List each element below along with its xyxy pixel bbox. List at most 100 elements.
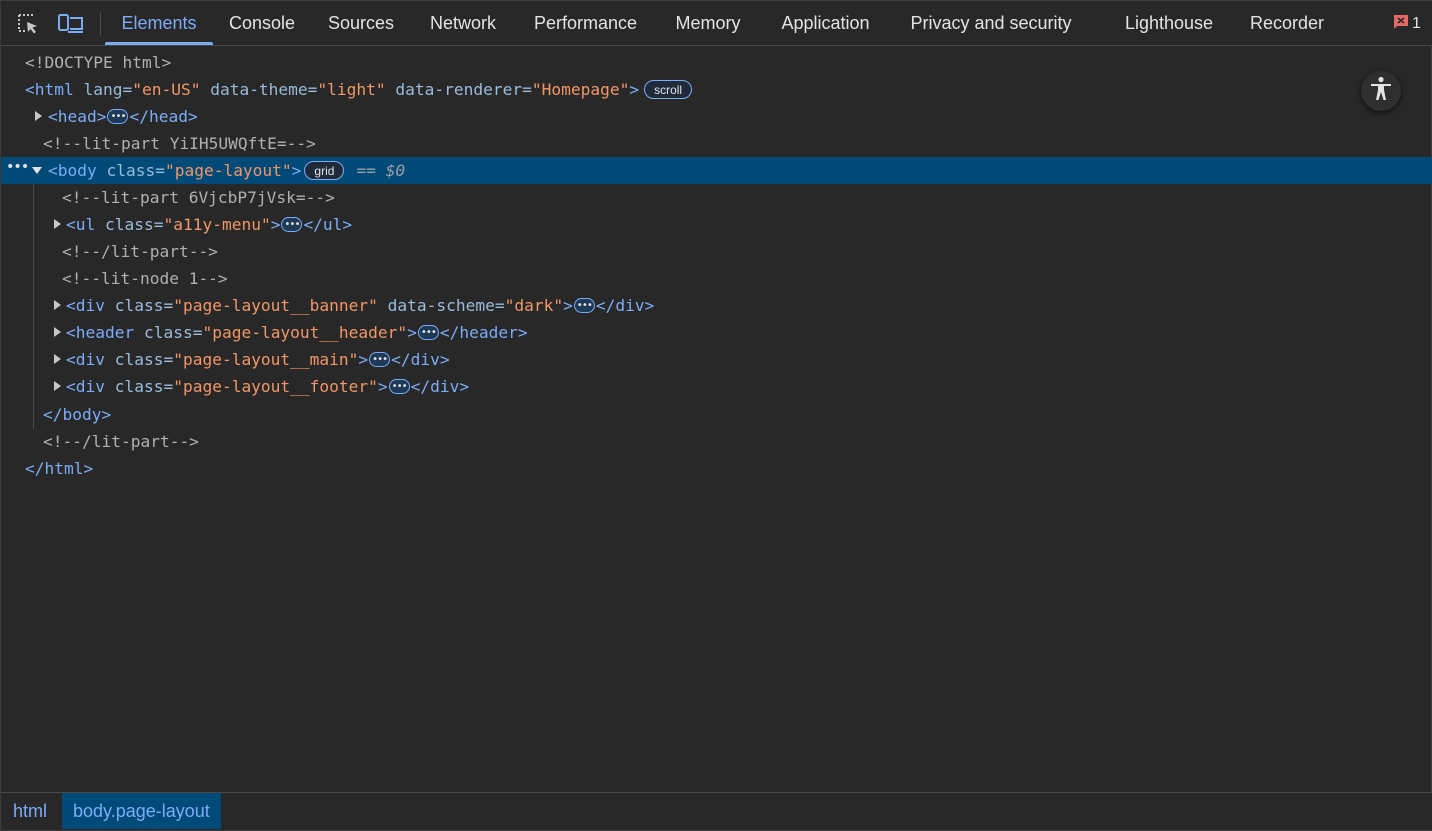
header-close-tag: </header> (439, 323, 528, 342)
div-close-tag: </div> (391, 350, 450, 369)
collapsed-ellipsis-button[interactable]: ••• (573, 298, 595, 313)
attr-name: class (114, 350, 164, 369)
expand-triangle-icon[interactable] (54, 381, 61, 391)
tab-recorder[interactable]: Recorder (1241, 1, 1333, 46)
comment-text: <!--/lit-part--> (43, 432, 199, 451)
attr-value: "en-US" (132, 80, 201, 99)
tree-line-header[interactable]: <header class = "page-layout__header" > ••• <… (1, 319, 1432, 346)
attr-value: "a11y-menu" (163, 215, 271, 234)
attr-name: class (114, 296, 164, 315)
attr-value: "page-layout" (164, 161, 292, 180)
expand-triangle-icon[interactable] (54, 354, 61, 364)
comment-text: <!--lit-node 1--> (62, 269, 228, 288)
tree-line-div-banner[interactable]: <div class = "page-layout__banner" data-sc… (1, 292, 1432, 319)
attr-name: class (143, 323, 193, 342)
div-close-tag: </div> (595, 296, 655, 315)
collapsed-ellipsis-button[interactable]: ••• (281, 217, 303, 232)
body-open-tag: <body (48, 161, 97, 180)
tag-close: > (629, 80, 640, 99)
grid-badge[interactable]: grid (304, 161, 345, 180)
tab-application[interactable]: Application (768, 1, 883, 46)
breadcrumb-body[interactable]: body.page-layout (62, 793, 221, 829)
attr-value: "dark" (504, 296, 564, 315)
expand-triangle-icon[interactable] (35, 111, 42, 121)
tree-line-comment[interactable]: <!--/lit-part--> (1, 238, 1432, 265)
body-close-tag: </body> (43, 405, 112, 424)
tab-sources[interactable]: Sources (317, 1, 405, 46)
attr-value: "page-layout__footer" (173, 377, 378, 396)
div-open-tag: <div (66, 296, 105, 315)
attr-value: "light" (317, 80, 386, 99)
tree-line-comment[interactable]: <!--lit-node 1--> (1, 265, 1432, 292)
attr-value: "page-layout__header" (202, 323, 408, 342)
tree-line-doctype[interactable]: <!DOCTYPE html> (1, 49, 1432, 76)
devtools-toolbar: Elements Console Sources Network Perform… (1, 1, 1432, 46)
div-open-tag: <div (66, 350, 105, 369)
tree-line-html-close[interactable]: </html> (1, 455, 1432, 482)
devtools-window: Elements Console Sources Network Perform… (0, 0, 1432, 831)
tree-line-body-selected[interactable]: ••• <body class = "page-layout" > grid == $… (1, 157, 1432, 184)
selected-node-ref: == $0 (356, 161, 406, 180)
attr-name: class (114, 377, 164, 396)
comment-text: <!--lit-part YiIH5UWQftE=--> (43, 134, 316, 153)
head-open-tag: <head> (48, 107, 107, 126)
tab-privacy-and-security[interactable]: Privacy and security (898, 1, 1084, 46)
toolbar-separator (100, 12, 101, 36)
tree-line-div-footer[interactable]: <div class = "page-layout__footer" > ••• </di… (1, 373, 1432, 400)
inspect-element-icon[interactable] (15, 11, 41, 37)
attr-name: data-renderer (395, 80, 523, 99)
ul-open-tag: <ul (66, 215, 96, 234)
ul-close-tag: </ul> (303, 215, 353, 234)
comment-text: <!--/lit-part--> (62, 242, 218, 261)
tree-line-comment[interactable]: <!--lit-part YiIH5UWQftE=--> (1, 130, 1432, 157)
collapsed-ellipsis-button[interactable]: ••• (388, 379, 410, 394)
tree-line-head[interactable]: <head> ••• </head> (1, 103, 1432, 130)
comment-text: <!--lit-part 6VjcbP7jVsk=--> (62, 188, 335, 207)
issues-flag-icon (1393, 14, 1409, 35)
tab-memory[interactable]: Memory (663, 1, 753, 46)
head-close-tag: </head> (129, 107, 198, 126)
device-toolbar-icon[interactable] (58, 11, 84, 37)
tree-line-html[interactable]: <html lang = "en-US" data-theme = "light" da… (1, 76, 1432, 103)
active-tab-indicator (105, 42, 213, 45)
tree-line-body-close[interactable]: </body> (1, 401, 1432, 428)
tree-line-comment[interactable]: <!--lit-part 6VjcbP7jVsk=--> (1, 184, 1432, 211)
attr-name: class (105, 215, 154, 234)
attr-name: data-theme (210, 80, 308, 99)
tree-line-comment[interactable]: <!--/lit-part--> (1, 428, 1432, 455)
tag-close: > (291, 161, 302, 180)
tab-console[interactable]: Console (219, 1, 305, 46)
issues-count: 1 (1412, 15, 1421, 32)
attr-name: class (106, 161, 156, 180)
expand-triangle-icon[interactable] (54, 219, 61, 229)
attr-value: "page-layout__banner" (173, 296, 378, 315)
tree-line-ul[interactable]: <ul class = "a11y-menu" > ••• </ul> (1, 211, 1432, 238)
tree-line-div-main[interactable]: <div class = "page-layout__main" > ••• </div> (1, 346, 1432, 373)
dom-tree: <!DOCTYPE html> <html lang = "en-US" data-… (1, 49, 1432, 791)
tab-lighthouse[interactable]: Lighthouse (1113, 1, 1225, 46)
html-close-tag: </html> (25, 459, 94, 478)
collapse-triangle-icon[interactable] (32, 167, 42, 174)
issues-indicator[interactable]: 1 (1393, 14, 1421, 35)
tab-performance[interactable]: Performance (523, 1, 648, 46)
attr-name: lang (83, 80, 123, 99)
div-open-tag: <div (66, 377, 105, 396)
doctype-text: <!DOCTYPE html> (25, 53, 172, 72)
header-open-tag: <header (66, 323, 135, 342)
more-actions-icon[interactable]: ••• (6, 159, 29, 175)
expand-triangle-icon[interactable] (54, 327, 61, 337)
attr-value: "Homepage" (531, 80, 630, 99)
attr-name: data-scheme (387, 296, 495, 315)
attr-value: "page-layout__main" (173, 350, 359, 369)
expand-triangle-icon[interactable] (54, 300, 61, 310)
collapsed-ellipsis-button[interactable]: ••• (417, 325, 439, 340)
div-close-tag: </div> (410, 377, 470, 396)
tab-network[interactable]: Network (419, 1, 507, 46)
collapsed-ellipsis-button[interactable]: ••• (107, 109, 129, 124)
tab-elements[interactable]: Elements (105, 1, 213, 46)
collapsed-ellipsis-button[interactable]: ••• (369, 352, 391, 367)
scroll-badge[interactable]: scroll (644, 80, 693, 99)
breadcrumb-html[interactable]: html (2, 793, 58, 829)
breadcrumb: html body.page-layout (1, 792, 1432, 829)
html-open-tag: <html (25, 80, 74, 99)
